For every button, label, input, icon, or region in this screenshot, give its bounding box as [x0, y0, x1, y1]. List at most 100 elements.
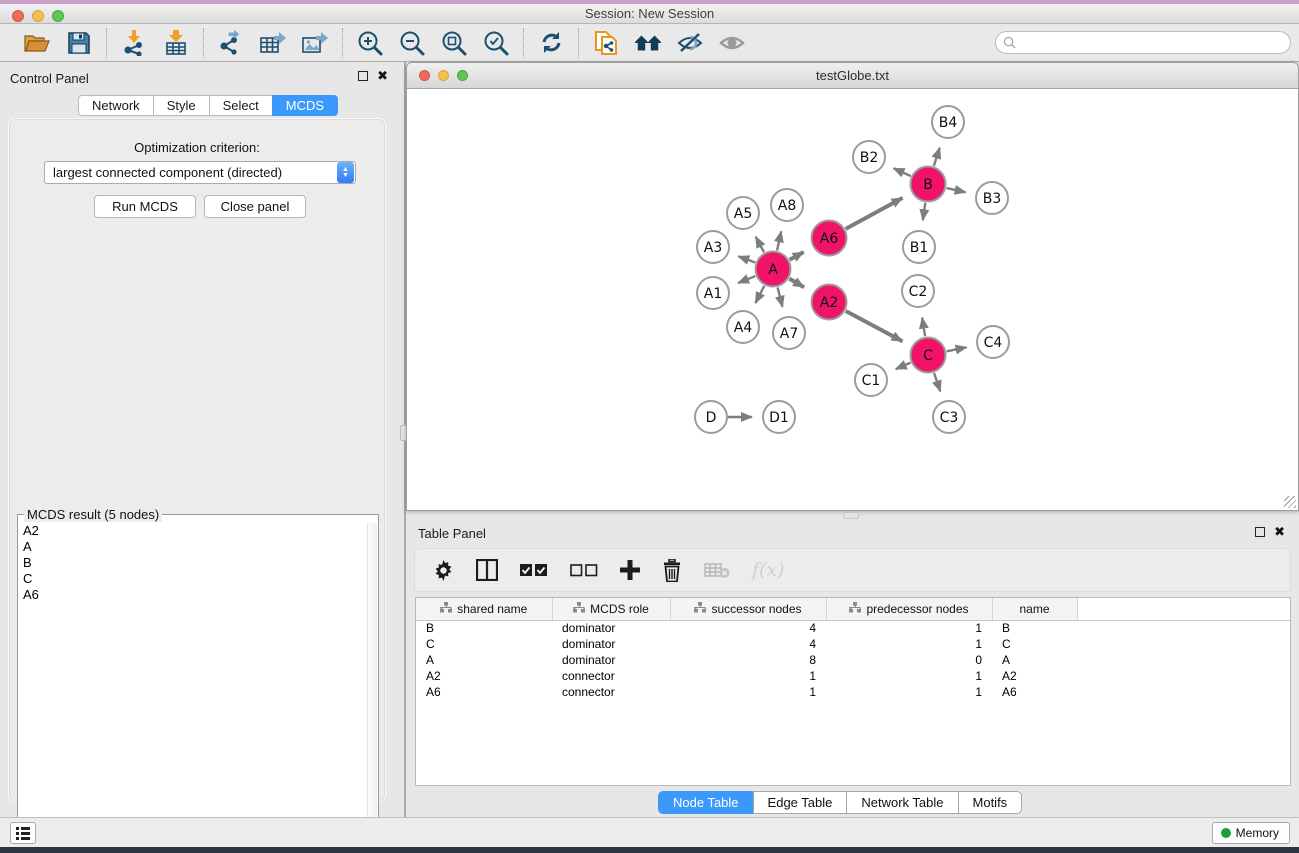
result-scrollbar[interactable]	[367, 523, 377, 845]
edge-A-A4[interactable]	[755, 286, 764, 303]
graph-node-C4[interactable]: C4	[977, 326, 1009, 358]
result-list-item[interactable]: A	[23, 539, 367, 555]
graph-node-B[interactable]: B	[911, 167, 946, 202]
zoom-out-icon[interactable]	[398, 29, 426, 57]
search-input[interactable]	[1020, 36, 1270, 50]
edge-A-A3[interactable]	[738, 256, 755, 262]
node-table[interactable]: shared nameMCDS rolesuccessor nodesprede…	[416, 598, 1290, 700]
graph-node-D[interactable]: D	[695, 401, 727, 433]
edge-B-B2[interactable]	[894, 168, 911, 176]
graph-node-A3[interactable]: A3	[697, 231, 729, 263]
graph-node-A[interactable]: A	[756, 252, 791, 287]
hide-details-icon[interactable]	[676, 29, 704, 57]
edge-C-C2[interactable]	[922, 318, 925, 337]
graph-node-A6[interactable]: A6	[812, 221, 847, 256]
close-network-window-button[interactable]	[419, 70, 430, 81]
export-image-icon[interactable]	[301, 29, 329, 57]
zoom-window-button[interactable]	[52, 10, 64, 22]
zoom-fit-icon[interactable]	[440, 29, 468, 57]
table-row[interactable]: Adominator80A	[416, 652, 1290, 668]
close-window-button[interactable]	[12, 10, 24, 22]
column-header-shared-name[interactable]: shared name	[416, 598, 552, 620]
tab-style[interactable]: Style	[153, 95, 209, 116]
column-header-predecessor-nodes[interactable]: predecessor nodes	[826, 598, 992, 620]
split-columns-icon[interactable]	[476, 559, 498, 581]
close-panel-button[interactable]: Close panel	[204, 195, 306, 218]
edge-A-A2[interactable]	[789, 279, 804, 288]
delete-column-icon[interactable]	[662, 559, 682, 582]
task-history-button[interactable]	[10, 822, 36, 844]
result-list-item[interactable]: A6	[23, 587, 367, 603]
zoom-network-window-button[interactable]	[457, 70, 468, 81]
edge-B-B1[interactable]	[923, 203, 925, 220]
select-all-checkboxes-icon[interactable]	[520, 563, 548, 577]
edge-A-A7[interactable]	[778, 287, 783, 306]
edge-A-A8[interactable]	[777, 231, 781, 250]
add-column-icon[interactable]	[620, 560, 640, 580]
export-table-icon[interactable]	[259, 29, 287, 57]
graph-node-C3[interactable]: C3	[933, 401, 965, 433]
graph-node-A5[interactable]: A5	[727, 197, 759, 229]
float-panel-icon[interactable]	[1255, 527, 1265, 537]
column-header-successor-nodes[interactable]: successor nodes	[670, 598, 826, 620]
graph-node-B1[interactable]: B1	[903, 231, 935, 263]
zoom-selected-icon[interactable]	[482, 29, 510, 57]
tab-mcds[interactable]: MCDS	[272, 95, 338, 116]
edge-B-B3[interactable]	[947, 188, 966, 192]
import-network-icon[interactable]	[120, 29, 148, 57]
criterion-dropdown[interactable]: largest connected component (directed) ▲…	[44, 161, 356, 184]
edge-C-C3[interactable]	[934, 373, 940, 391]
graph-node-A8[interactable]: A8	[771, 189, 803, 221]
graph-node-C2[interactable]: C2	[902, 275, 934, 307]
edge-A-A5[interactable]	[756, 237, 764, 252]
table-row[interactable]: A2connector11A2	[416, 668, 1290, 684]
close-panel-icon[interactable]: ✖	[377, 71, 388, 81]
graph-node-A1[interactable]: A1	[697, 277, 729, 309]
tab-network-table[interactable]: Network Table	[846, 791, 957, 814]
window-resize-grip[interactable]	[1284, 496, 1296, 508]
import-table-icon[interactable]	[162, 29, 190, 57]
refresh-icon[interactable]	[537, 29, 565, 57]
gear-icon[interactable]	[433, 560, 454, 581]
tab-select[interactable]: Select	[209, 95, 272, 116]
edge-A2-C[interactable]	[846, 311, 903, 341]
graph-node-B2[interactable]: B2	[853, 141, 885, 173]
zoom-in-icon[interactable]	[356, 29, 384, 57]
open-file-icon[interactable]	[23, 29, 51, 57]
table-row[interactable]: Bdominator41B	[416, 620, 1290, 636]
save-session-icon[interactable]	[65, 29, 93, 57]
network-graph-canvas[interactable]: B4B2BB3A5A8A6A3B1AA1C2A2A4A7C4CC1C3DD1	[407, 89, 1298, 510]
edge-C-C1[interactable]	[896, 363, 911, 370]
run-mcds-button[interactable]: Run MCDS	[94, 195, 196, 218]
column-header-name[interactable]: name	[992, 598, 1077, 620]
close-panel-icon[interactable]: ✖	[1274, 527, 1285, 537]
graph-node-C1[interactable]: C1	[855, 364, 887, 396]
result-list-item[interactable]: B	[23, 555, 367, 571]
export-network-icon[interactable]	[217, 29, 245, 57]
graph-node-B4[interactable]: B4	[932, 106, 964, 138]
graph-node-A2[interactable]: A2	[812, 285, 847, 320]
home-network-icon[interactable]	[634, 29, 662, 57]
float-panel-icon[interactable]	[358, 71, 368, 81]
mcds-result-list[interactable]: A2ABCA6	[19, 523, 367, 845]
result-list-item[interactable]: C	[23, 571, 367, 587]
graph-node-A7[interactable]: A7	[773, 317, 805, 349]
horizontal-splitter-grip[interactable]	[843, 512, 859, 519]
graph-node-B3[interactable]: B3	[976, 182, 1008, 214]
clone-network-icon[interactable]	[592, 29, 620, 57]
graph-node-D1[interactable]: D1	[763, 401, 795, 433]
edge-B-B4[interactable]	[934, 148, 940, 166]
result-list-item[interactable]: A2	[23, 523, 367, 539]
minimize-window-button[interactable]	[32, 10, 44, 22]
table-row[interactable]: A6connector11A6	[416, 684, 1290, 700]
tab-network[interactable]: Network	[78, 95, 153, 116]
memory-button[interactable]: Memory	[1212, 822, 1290, 844]
edge-A-A6[interactable]	[790, 252, 804, 260]
tab-edge-table[interactable]: Edge Table	[753, 791, 847, 814]
graph-node-C[interactable]: C	[911, 338, 946, 373]
clear-checkboxes-icon[interactable]	[570, 563, 598, 577]
table-row[interactable]: Cdominator41C	[416, 636, 1290, 652]
show-details-icon[interactable]	[718, 29, 746, 57]
column-header-MCDS-role[interactable]: MCDS role	[552, 598, 670, 620]
minimize-network-window-button[interactable]	[438, 70, 449, 81]
